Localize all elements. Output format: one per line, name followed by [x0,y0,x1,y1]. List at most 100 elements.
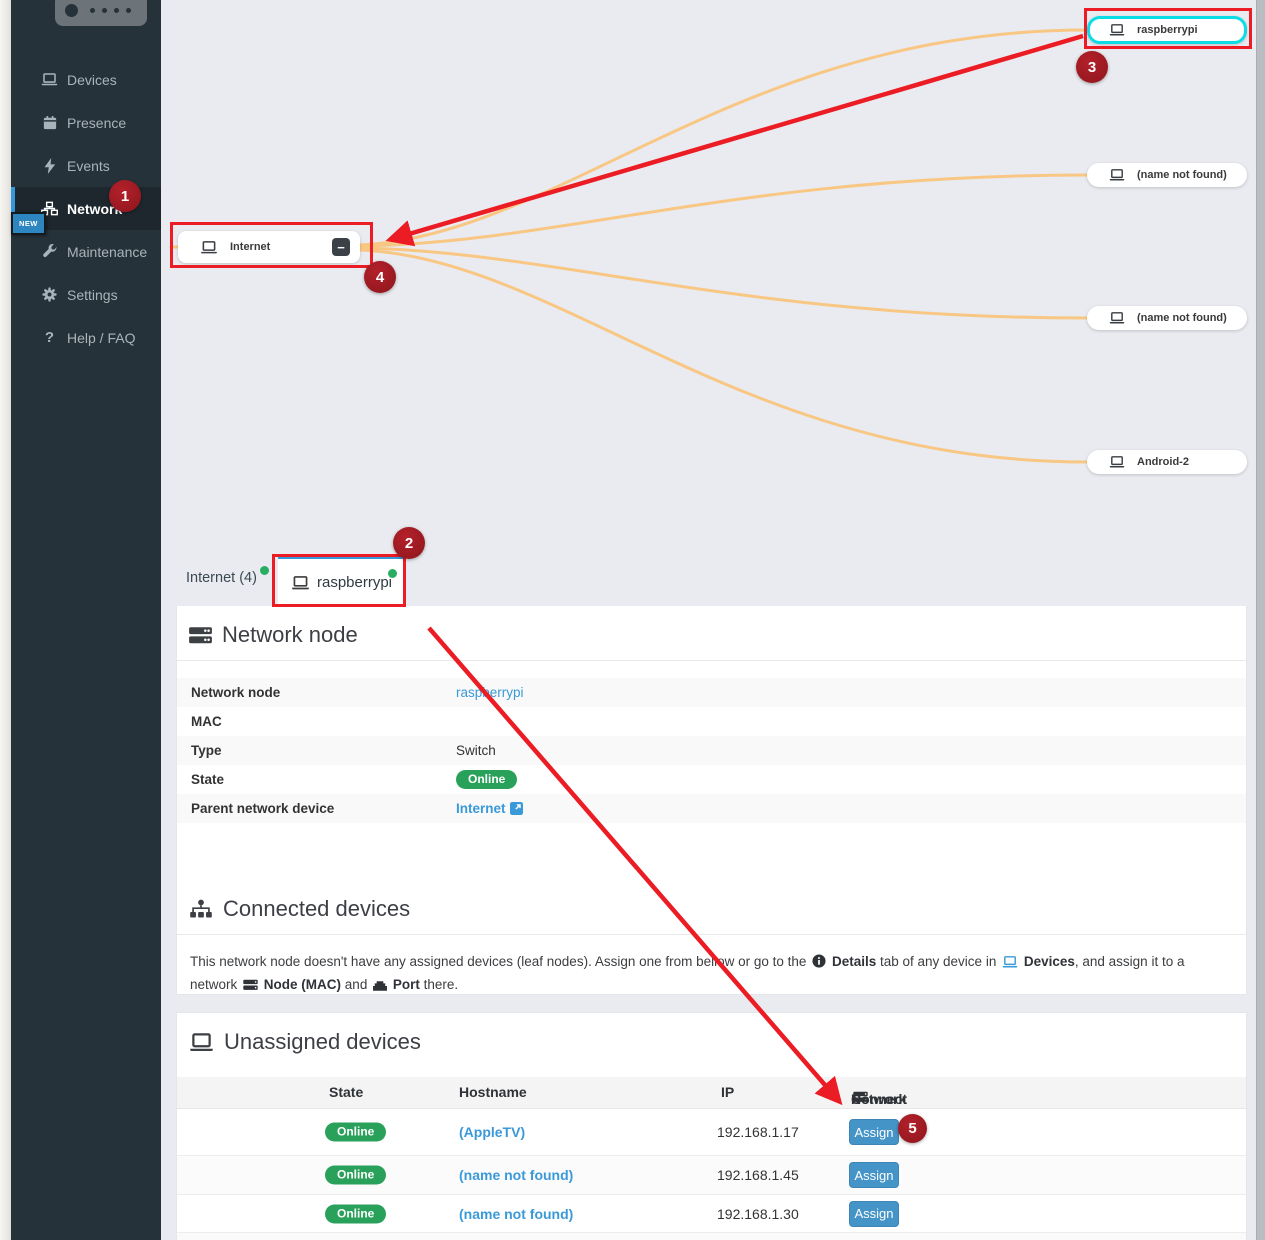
hostname-link[interactable]: (name not found) [459,1206,573,1222]
sidebar-item-label: Settings [67,287,118,303]
assign-button[interactable]: Assign [849,1201,899,1227]
row-label: Parent network device [191,801,456,816]
gear-icon [41,287,58,303]
table-row: Network node raspberrypi [177,678,1246,707]
sidebar-item-help[interactable]: ? Help / FAQ [11,316,161,359]
assign-button[interactable]: Assign [849,1119,899,1145]
tab-label: Internet (4) [186,570,257,586]
laptop-icon [189,1033,214,1052]
scrollbar-track[interactable] [1256,0,1265,1240]
collapse-node-button[interactable]: − [332,238,350,256]
annotation-circle-4: 4 [364,261,396,293]
laptop-icon [291,576,310,590]
sidebar-item-label: Help / FAQ [67,330,135,346]
annotation-circle-2: 2 [393,527,425,559]
col-header-state: State [329,1084,363,1100]
sidebar-item-label: Events [67,158,110,174]
scrollbar-thumb[interactable] [1256,0,1265,1240]
node-label: Android-2 [1137,456,1189,468]
divider [177,660,1246,661]
network-node-header: Network node [177,606,1246,660]
tab-raspberrypi[interactable]: raspberrypi [278,556,405,606]
wrench-icon [41,244,58,260]
col-header-hostname: Hostname [459,1084,527,1100]
status-badge: Online [325,1123,386,1142]
ethernet-port-icon [373,980,387,991]
laptop-icon [1109,456,1125,468]
devices-link[interactable]: Devices [1024,954,1075,969]
unassigned-devices-table: State Hostname IP Connect to the above N… [177,1077,1246,1240]
node-label: raspberrypi [1137,24,1198,36]
network-node-link[interactable]: raspberrypi [456,685,524,700]
table-row: MAC [177,707,1246,736]
unassigned-devices-panel: Unassigned devices State Hostname IP Con… [176,1012,1247,1240]
section-title: Unassigned devices [224,1029,421,1055]
section-title: Network node [222,622,358,648]
logo-dot [65,4,78,17]
sidebar-item-presence[interactable]: Presence [11,101,161,144]
row-label: Network node [191,685,456,700]
hostname-link[interactable]: (name not found) [459,1167,573,1183]
sidebar-item-label: Maintenance [67,244,147,260]
sidebar-item-devices[interactable]: Devices [11,58,161,101]
topology-node-internet[interactable]: Internet − [178,231,360,263]
logo-dots [90,8,131,13]
node-label: (name not found) [1137,169,1227,181]
table-header-row: State Hostname IP Connect to the above N… [177,1077,1246,1109]
node-label: (name not found) [1137,312,1227,324]
table-row: Parent network device Internet [177,794,1246,823]
ip-value: 192.168.1.30 [717,1206,799,1222]
node-label: Internet [230,241,270,253]
status-badge: Online [325,1166,386,1185]
col-header-ip: IP [721,1084,734,1100]
topology-node-android-2[interactable]: Android-2 [1087,450,1247,474]
laptop-icon [41,72,58,88]
assign-button[interactable]: Assign [849,1162,899,1188]
topology-node-raspberrypi[interactable]: raspberrypi [1087,16,1247,44]
server-icon [189,626,212,645]
table-row: Online (name not found) 192.168.1.57 Ass… [177,1233,1246,1240]
sidebar-item-label: Presence [67,115,126,131]
online-dot [388,569,397,578]
app-logo [55,0,147,26]
row-label: State [191,772,456,787]
topology-node-unnamed-2[interactable]: (name not found) [1087,306,1247,330]
new-badge: NEW [11,212,46,235]
status-badge: Online [456,770,517,789]
type-value: Switch [456,743,496,758]
online-dot [260,566,269,575]
sidebar-item-label: Devices [67,72,117,88]
laptop-icon [200,241,218,254]
connected-devices-header: Connected devices [177,880,1246,934]
external-link-icon [510,802,523,815]
server-icon [243,979,258,991]
status-badge: Online [325,1204,386,1223]
sidebar-item-settings[interactable]: Settings [11,273,161,316]
ip-value: 192.168.1.45 [717,1167,799,1183]
table-row: Online (name not found) 192.168.1.45 Ass… [177,1156,1246,1195]
sidebar-item-maintenance[interactable]: Maintenance [11,230,161,273]
laptop-icon [1002,956,1018,968]
question-icon: ? [41,330,58,346]
sidebar-item-label: Network [67,201,122,217]
topology-node-unnamed-1[interactable]: (name not found) [1087,163,1247,187]
row-label: Type [191,743,456,758]
table-row: Online (name not found) 192.168.1.30 Ass… [177,1195,1246,1233]
annotation-circle-3: 3 [1076,51,1108,83]
parent-device-link[interactable]: Internet [456,801,523,816]
tab-label: raspberrypi [317,574,392,591]
tab-internet[interactable]: Internet (4) [186,570,257,586]
ip-value: 192.168.1.17 [717,1124,799,1140]
connected-devices-description: This network node doesn't have any assig… [177,935,1246,997]
sidebar-item-events[interactable]: Events [11,144,161,187]
sidebar-nav: Devices Presence Events Network [11,58,161,359]
laptop-icon [1109,169,1125,181]
calendar-icon [41,115,58,131]
hostname-link[interactable]: (AppleTV) [459,1124,525,1140]
section-title: Connected devices [223,896,410,922]
laptop-icon [1109,24,1125,36]
table-row: Online (AppleTV) 192.168.1.17 Assign [177,1109,1246,1156]
desktop-edge [0,0,11,1240]
table-row: State Online [177,765,1246,794]
info-icon [812,954,826,968]
